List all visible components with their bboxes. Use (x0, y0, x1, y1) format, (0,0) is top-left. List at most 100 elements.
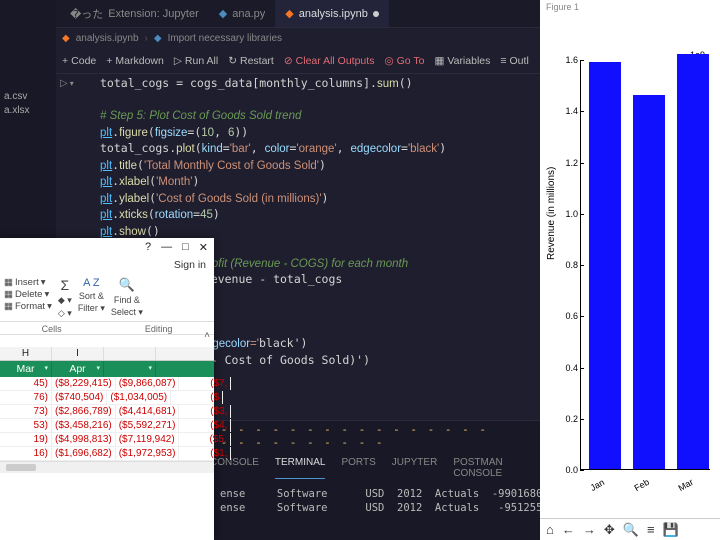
chevron-right-icon: › (145, 33, 148, 44)
tab-extension[interactable]: �った Extension: Jupyter (60, 0, 209, 27)
close-button[interactable]: ✕ (199, 241, 208, 254)
panel-tab[interactable]: TERMINAL (275, 457, 326, 479)
plus-icon: + (106, 55, 112, 67)
scrollbar-thumb[interactable] (6, 464, 36, 471)
table-row[interactable]: 53)($3,458,216)($5,592,271)($4, (0, 419, 214, 433)
table-row[interactable]: 16)($1,696,682)($1,972,953)($1, (0, 447, 214, 461)
save-icon[interactable]: 💾 (663, 522, 679, 538)
file-explorer: a.csv a.xlsx (0, 90, 56, 118)
tab-label: Extension: Jupyter (108, 8, 199, 20)
ribbon-group-label: Editing (145, 322, 173, 334)
find-icon: 🔍 (119, 277, 135, 293)
add-markdown-button[interactable]: +Markdown (106, 55, 164, 67)
run-all-button[interactable]: ▷Run All (174, 55, 218, 67)
python-icon: ◆ (219, 7, 227, 20)
grid[interactable]: 45)($8,229,415)($9,866,087)($7,76)($740,… (0, 377, 214, 461)
y-tick: 0.2 (565, 414, 578, 424)
table-row[interactable]: 76)($740,504)($1,034,005)($ (0, 391, 214, 405)
python-icon: ◆ (154, 33, 162, 44)
maximize-button[interactable]: □ (182, 241, 189, 254)
format-button[interactable]: ▦ Format ▾ (4, 301, 52, 312)
notebook-icon: ◆ (62, 33, 70, 44)
insert-button[interactable]: ▦ Insert ▾ (4, 277, 52, 288)
bar (589, 62, 621, 469)
forward-icon[interactable]: → (583, 522, 596, 537)
table-row[interactable]: 45)($8,229,415)($9,866,087)($7, (0, 377, 214, 391)
crumb-file[interactable]: analysis.ipynb (76, 33, 139, 44)
y-tick: 1.6 (565, 55, 578, 65)
column-headers[interactable]: HI (0, 347, 214, 361)
variables-button[interactable]: ▦Variables (434, 55, 490, 67)
cell-gutter: ▷ ▾ (60, 78, 78, 89)
play-all-icon: ▷ (174, 55, 182, 67)
clear-icon: ⊘ (284, 55, 293, 67)
tab-label: ana.py (232, 8, 265, 20)
crumb-cell[interactable]: Import necessary libraries (168, 33, 282, 44)
y-tick: 1.2 (565, 158, 578, 168)
config-icon[interactable]: ≡ (647, 522, 655, 537)
sort-filter-button[interactable]: A Z Sort & Filter ▾ (78, 277, 105, 319)
minimize-button[interactable]: — (161, 241, 172, 254)
tab-anapy[interactable]: ◆ ana.py (209, 0, 276, 27)
x-tick: Jan (588, 477, 606, 493)
signin-link[interactable]: Sign in (0, 257, 214, 273)
plus-icon: + (62, 55, 68, 67)
pan-icon[interactable]: ✥ (604, 522, 615, 538)
horizontal-scrollbar[interactable] (0, 461, 214, 473)
plot-area (580, 60, 710, 470)
back-icon[interactable]: ← (562, 522, 575, 537)
ribbon: ▦ Insert ▾ ▦ Delete ▾ ▦ Format ▾ Σ ◆ ▾ ◇… (0, 273, 214, 322)
help-button[interactable]: ? (145, 241, 151, 254)
x-tick: Mar (677, 477, 695, 493)
y-axis-label: Revenue (in millions) (546, 167, 557, 260)
bar (677, 54, 709, 469)
goto-icon: ◎ (384, 55, 393, 67)
goto-button[interactable]: ◎Go To (384, 55, 424, 67)
header-row[interactable]: MarApr (0, 361, 214, 377)
y-tick: 0.6 (565, 311, 578, 321)
y-tick: 1.4 (565, 106, 578, 116)
table-row[interactable]: 19)($4,998,813)($7,119,942)($5, (0, 433, 214, 447)
y-tick: 0.4 (565, 363, 578, 373)
panel-tab[interactable]: CONSOLE (210, 457, 259, 479)
outline-button[interactable]: ≡Outl (500, 55, 528, 67)
file-item[interactable]: a.csv (4, 90, 56, 104)
jupyter-icon: �った (70, 6, 103, 22)
y-tick: 0.0 (565, 465, 578, 475)
notebook-toolbar: +Code +Markdown ▷Run All ↻Restart ⊘Clear… (0, 48, 540, 74)
editor-tabs: �った Extension: Jupyter ◆ ana.py ◆ analys… (0, 0, 540, 28)
table-row[interactable]: 73)($2,866,789)($4,414,681)($3, (0, 405, 214, 419)
panel-tab[interactable]: PORTS (341, 457, 375, 479)
collapse-ribbon-button[interactable]: ˄ (204, 330, 210, 341)
find-select-button[interactable]: 🔍 Find & Select ▾ (111, 277, 143, 319)
restart-icon: ↻ (228, 55, 237, 67)
variables-icon: ▦ (434, 55, 444, 67)
delete-button[interactable]: ▦ Delete ▾ (4, 289, 52, 300)
autosum-button[interactable]: Σ (61, 277, 70, 293)
breadcrumb[interactable]: ◆ analysis.ipynb › ◆ Import necessary li… (0, 28, 540, 48)
zoom-icon[interactable]: 🔍 (623, 522, 639, 538)
bar (633, 95, 665, 469)
panel-tab[interactable]: POSTMAN CONSOLE (453, 457, 502, 479)
y-tick: 0.8 (565, 260, 578, 270)
file-item[interactable]: a.xlsx (4, 104, 56, 118)
excel-window: ? — □ ✕ Sign in ▦ Insert ▾ ▦ Delete ▾ ▦ … (0, 238, 214, 540)
panel-tab[interactable]: JUPYTER (392, 457, 438, 479)
notebook-icon: ◆ (285, 7, 293, 20)
y-tick: 1.0 (565, 209, 578, 219)
restart-button[interactable]: ↻Restart (228, 55, 274, 67)
figure-title: Figure 1 (540, 0, 720, 14)
figure-window: Figure 1 Revenue (in millions) 1e9 0.00.… (540, 0, 720, 540)
ribbon-group-label: Cells (42, 322, 62, 334)
add-code-button[interactable]: +Code (62, 55, 96, 67)
run-cell-button[interactable]: ▷ ▾ (60, 78, 78, 89)
clear-outputs-button[interactable]: ⊘Clear All Outputs (284, 55, 375, 67)
home-icon[interactable]: ⌂ (546, 522, 554, 537)
titlebar: ? — □ ✕ (0, 238, 214, 257)
tab-label: analysis.ipynb (299, 8, 368, 20)
outline-icon: ≡ (500, 55, 506, 67)
x-tick: Feb (633, 477, 651, 493)
figure-toolbar: ⌂ ← → ✥ 🔍 ≡ 💾 (540, 518, 720, 540)
tab-notebook[interactable]: ◆ analysis.ipynb (275, 0, 389, 27)
dirty-dot-icon (373, 11, 379, 17)
